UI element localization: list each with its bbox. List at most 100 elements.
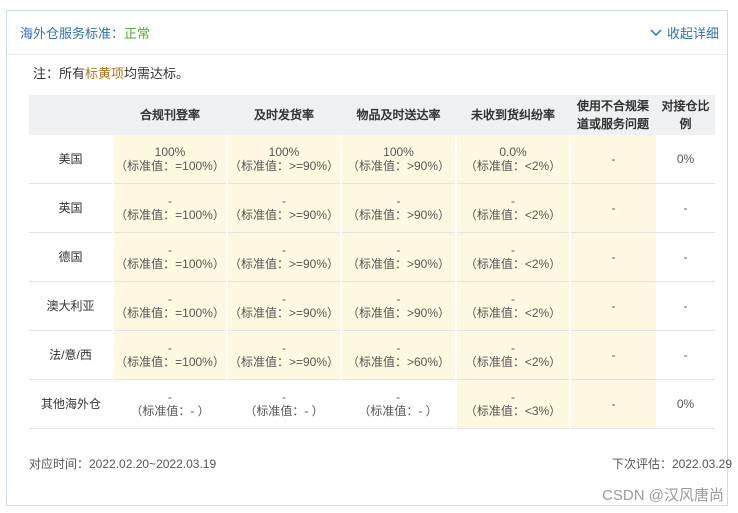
metric-cell: - （标准值：>90%）	[340, 281, 456, 331]
metric-value: -	[168, 194, 172, 208]
table-header-row: 合规刊登率 及时发货率 物品及时送达率 未收到货纠纷率 使用不合规渠道或服务问题…	[29, 95, 715, 135]
metric-cell: 100% （标准值：>90%）	[340, 135, 456, 184]
standard-value: （标准值：=100%）	[115, 355, 225, 369]
metric-cell: - （标准值：>=90%）	[226, 183, 341, 233]
watermark: CSDN @汉风唐尚	[602, 487, 724, 504]
chevron-down-icon	[650, 28, 662, 36]
metric-cell: 100% （标准值：=100%）	[112, 135, 227, 184]
metric-value: -	[683, 201, 688, 215]
metric-value: -	[511, 243, 515, 257]
metric-cell: - （标准值：>90%）	[340, 232, 456, 282]
metric-cell: -	[656, 232, 715, 282]
column-header: 合规刊登率	[113, 95, 227, 135]
metric-value: -	[511, 194, 515, 208]
metric-value: 100%	[268, 145, 300, 159]
metric-cell: -	[569, 183, 656, 233]
standard-value: （标准值：=100%）	[115, 159, 225, 173]
metric-value: 100%	[154, 145, 186, 159]
standard-value: （标准值：=100%）	[115, 257, 225, 271]
metric-value: -	[611, 152, 616, 166]
table-row: 澳大利亚 - （标准值：=100%） - （标准值：>=90%） - （标准值：>90%） -…	[29, 281, 715, 331]
metric-value: -	[683, 250, 688, 264]
table-row: 英国 - （标准值：=100%） - （标准值：>=90%） - （标准值：>90%） - （标…	[29, 183, 715, 233]
metric-value: 0%	[676, 152, 695, 166]
metric-cell: -	[569, 281, 656, 331]
metric-value: -	[511, 341, 515, 355]
standard-value: （标准值：- ）	[130, 404, 210, 418]
status-text: 正常	[124, 26, 151, 41]
metric-value: -	[282, 390, 286, 404]
metric-value: -	[168, 341, 172, 355]
column-header: 使用不合规渠道或服务问题	[570, 95, 656, 135]
metric-cell: - （标准值：- ）	[227, 379, 341, 429]
metric-cell: -	[569, 232, 656, 282]
table-row: 美国 100% （标准值：=100%） 100% （标准值：>=90%） 100% （标准值…	[29, 135, 715, 184]
metric-value: -	[282, 194, 286, 208]
metric-cell: -	[656, 281, 715, 331]
metric-value: -	[396, 243, 401, 257]
country-cell: 其他海外仓	[29, 379, 113, 429]
period-text: 对应时间：2022.02.20~2022.03.19	[29, 457, 217, 471]
table-row: 德国 - （标准值：=100%） - （标准值：>=90%） - （标准值：>90%） - （标…	[29, 232, 715, 282]
metric-value: 100%	[383, 145, 414, 159]
metric-cell: - （标准值：<2%）	[455, 281, 570, 331]
metric-cell: 100% （标准值：>=90%）	[226, 135, 341, 184]
metric-value: -	[282, 243, 286, 257]
metric-cell: -	[569, 135, 656, 184]
metric-value: -	[168, 390, 172, 404]
metric-cell: - （标准值：>=90%）	[226, 330, 341, 380]
metric-value: 0.0%	[499, 145, 527, 159]
column-header: 未收到货纠纷率	[456, 95, 570, 135]
country-cell: 澳大利亚	[29, 281, 113, 331]
metric-cell: - （标准值：=100%）	[112, 281, 227, 331]
metric-value: -	[611, 250, 616, 264]
panel-title: 海外仓服务标准：正常	[20, 23, 150, 42]
standard-value: （标准值：>90%）	[346, 208, 451, 222]
column-header: 及时发货率	[227, 95, 341, 135]
standard-value: （标准值：<2%）	[464, 208, 562, 222]
metric-cell: - （标准值：<2%）	[455, 330, 570, 380]
standard-value: （标准值：>90%）	[346, 306, 451, 320]
metric-value: -	[611, 348, 616, 362]
metric-cell: - （标准值：<3%）	[455, 379, 570, 429]
table-row: 其他海外仓 - （标准值：- ） - （标准值：- ） - （标准值：- ） - （标准值：<3…	[29, 379, 715, 429]
metric-cell: -	[569, 379, 656, 429]
standard-value: （标准值：<2%）	[464, 257, 562, 271]
standard-value: （标准值：<2%）	[464, 159, 562, 173]
metric-cell: - （标准值：=100%）	[112, 330, 227, 380]
metric-value: -	[511, 292, 515, 306]
metric-cell: 0%	[656, 135, 715, 184]
note-text: 注：所有标黄项均需达标。	[33, 63, 189, 82]
column-header: 物品及时送达率	[341, 95, 456, 135]
standard-value: （标准值：>=90%）	[228, 159, 340, 173]
metric-value: -	[168, 292, 172, 306]
metric-value: -	[396, 390, 400, 404]
metric-value: -	[611, 299, 616, 313]
metric-cell: - （标准值：>60%）	[340, 330, 456, 380]
metric-cell: -	[656, 183, 715, 233]
metric-cell: - （标准值：<2%）	[455, 183, 570, 233]
metric-value: -	[282, 341, 286, 355]
metric-value: -	[396, 292, 401, 306]
standards-table: 合规刊登率 及时发货率 物品及时送达率 未收到货纠纷率 使用不合规渠道或服务问题…	[29, 95, 715, 429]
standard-value: （标准值：>=90%）	[228, 306, 340, 320]
note-prefix: 注：所有	[33, 66, 86, 81]
collapse-details-label: 收起详细	[666, 26, 719, 41]
metric-value: -	[683, 299, 688, 313]
standard-value: （标准值：=100%）	[115, 306, 225, 320]
metric-cell: 0.0% （标准值：<2%）	[455, 135, 570, 184]
standard-value: （标准值：>60%）	[346, 355, 451, 369]
standard-value: （标准值：>=90%）	[228, 208, 340, 222]
metric-value: -	[396, 194, 401, 208]
standard-value: （标准值：- ）	[358, 404, 438, 418]
collapse-details-toggle[interactable]: 收起详细	[650, 23, 719, 42]
metric-cell: -	[569, 330, 656, 380]
country-cell: 法/意/西	[29, 330, 113, 380]
note-highlight: 标黄项	[85, 66, 125, 81]
standard-value: （标准值：<2%）	[464, 306, 562, 320]
metric-cell: - （标准值：=100%）	[112, 183, 227, 233]
metric-value: 0%	[676, 397, 695, 411]
metric-cell: - （标准值：- ）	[113, 379, 227, 429]
standard-value: （标准值：>=90%）	[228, 257, 340, 271]
metric-value: -	[683, 348, 688, 362]
